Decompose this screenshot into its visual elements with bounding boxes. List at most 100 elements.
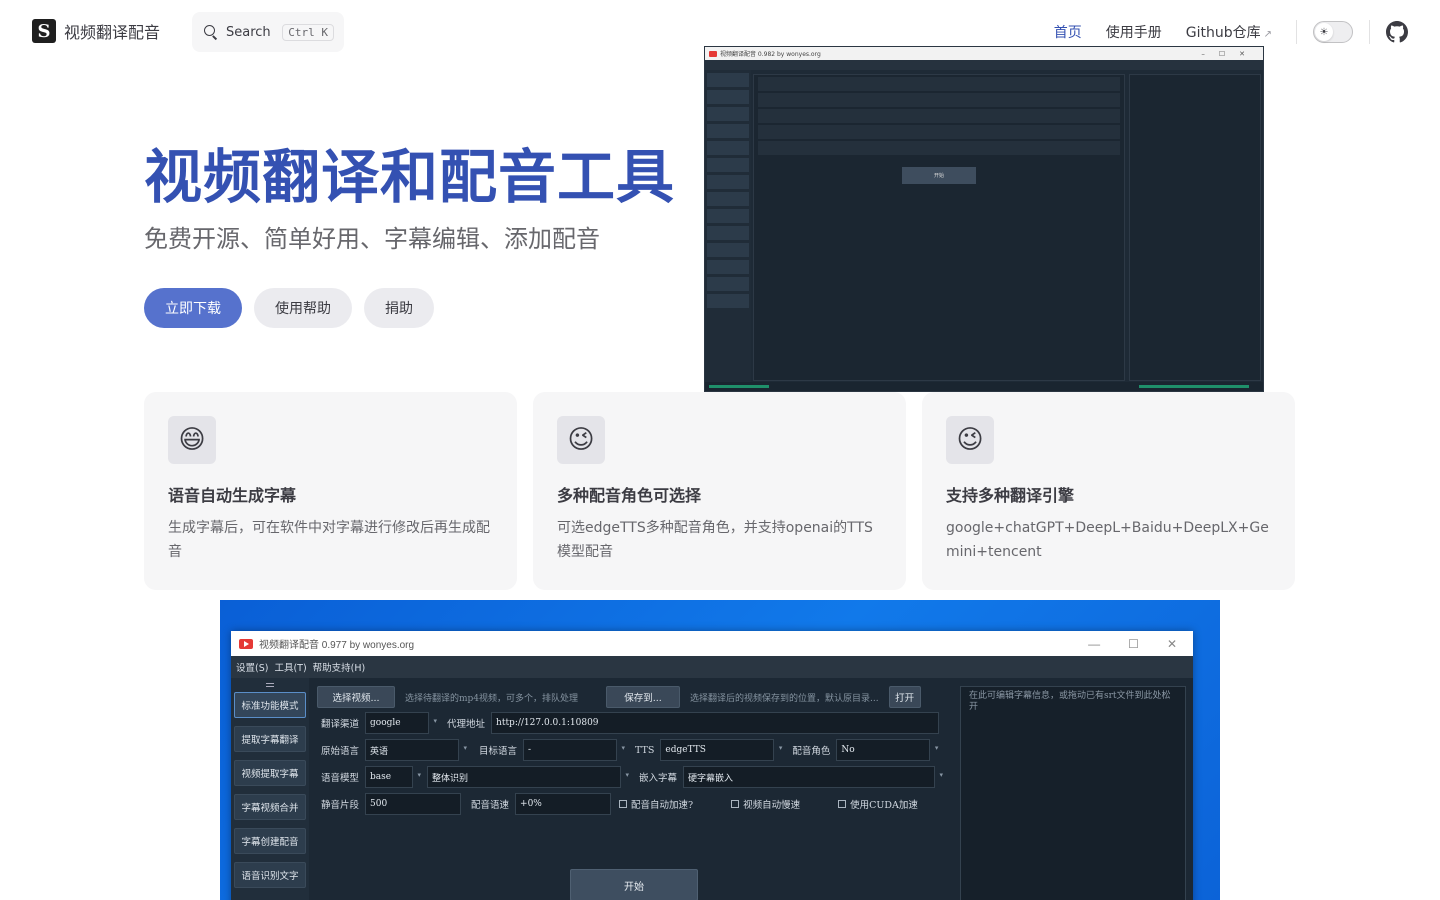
app-screenshot: 视频翻译配音 0.977 by wonyes.org — ☐ ✕ 设置(S) 工… bbox=[220, 600, 1220, 900]
auto-accelerate-checkbox: 配音自动加速? bbox=[619, 797, 693, 811]
role-label: 配音角色 bbox=[792, 746, 831, 757]
screenshot-row bbox=[758, 141, 1120, 155]
checkbox-icon bbox=[838, 800, 847, 808]
screenshot-main-panel: 开始 bbox=[753, 74, 1125, 381]
screenshot-row bbox=[758, 93, 1120, 107]
hero-actions: 立即下载 使用帮助 捐助 bbox=[144, 288, 434, 328]
sidebar-item-extract-translate: 提取字幕翻译 bbox=[234, 726, 306, 752]
hero-tagline: 免费开源、简单好用、字幕编辑、添加配音 bbox=[144, 225, 600, 253]
screenshot-side-item bbox=[707, 209, 749, 223]
wink-emoji-icon: 😉 bbox=[557, 416, 605, 464]
screenshot-start-button: 开始 bbox=[902, 167, 976, 184]
tts-select: edgeTTS bbox=[660, 739, 782, 761]
screenshot-side-item bbox=[707, 243, 749, 257]
feature-details: google+chatGPT+DeepL+Baidu+DeepLX+Gemini… bbox=[946, 520, 1269, 560]
screenshot-row bbox=[758, 125, 1120, 139]
feature-title: 支持多种翻译引擎 bbox=[946, 486, 1075, 505]
checkbox-icon bbox=[619, 800, 628, 808]
proxy-input: http://127.0.0.1:10809 bbox=[491, 712, 940, 734]
app-main-panel: 选择视频... 选择待翻译的mp4视频，可多个，排队处理 保存到... 选择翻译… bbox=[313, 682, 953, 900]
nav-link-github-label: Github仓库 bbox=[1185, 25, 1261, 41]
auto-accelerate-label: 配音自动加速? bbox=[631, 800, 694, 811]
recognition-select: 整体识别 bbox=[427, 766, 629, 788]
target-label: 目标语言 bbox=[479, 746, 518, 757]
window-titlebar: 视频翻译配音 0.977 by wonyes.org — ☐ ✕ bbox=[231, 631, 1193, 656]
window-controls: — ☐ ✕ bbox=[1088, 637, 1185, 651]
screenshot-side-item bbox=[707, 90, 749, 104]
video-slow-label: 视频自动慢速 bbox=[743, 800, 801, 811]
github-icon[interactable] bbox=[1386, 21, 1408, 43]
donate-button[interactable]: 捐助 bbox=[364, 288, 434, 328]
embed-select: 硬字幕嵌入 bbox=[683, 766, 943, 788]
feature-title: 语音自动生成字幕 bbox=[168, 486, 297, 505]
screenshot-side-item bbox=[707, 73, 749, 87]
app-logo-icon bbox=[709, 50, 717, 57]
silence-input: 500 bbox=[365, 793, 462, 815]
language-row: 原始语言 英语 目标语言 - TTS edgeTTS 配音角色 No bbox=[313, 739, 938, 761]
sidebar-item-asr: 语音识别文字 bbox=[234, 862, 306, 888]
sidebar-item-standard: 标准功能模式 bbox=[234, 692, 306, 718]
feature-card: 😄 语音自动生成字幕 生成字幕后，可在软件中对字幕进行修改后再生成配音 bbox=[144, 392, 517, 590]
video-slow-checkbox: 视频自动慢速 bbox=[731, 797, 800, 811]
speed-row: 静音片段 500 配音语速 +0% 配音自动加速? 视频自动慢速 使用CUDA加… bbox=[313, 793, 948, 815]
sidebar-item-merge: 字幕视频合并 bbox=[234, 794, 306, 820]
hero-title: 视频翻译和配音工具 bbox=[144, 143, 676, 211]
save-to-button: 保存到... bbox=[606, 686, 681, 708]
model-select: base bbox=[365, 766, 421, 788]
checkbox-icon bbox=[731, 800, 740, 808]
hero-app-screenshot: 视频翻译配音 0.982 by wonyes.org –☐✕ 开始 bbox=[704, 46, 1264, 392]
select-video-button: 选择视频... bbox=[317, 686, 395, 708]
logo-icon: S bbox=[32, 19, 56, 43]
feature-details: 可选edgeTTS多种配音角色，并支持openai的TTS模型配音 bbox=[557, 520, 873, 560]
cuda-checkbox: 使用CUDA加速 bbox=[838, 797, 918, 811]
grip-icon bbox=[231, 678, 309, 692]
select-video-hint: 选择待翻译的mp4视频，可多个，排队处理 bbox=[405, 693, 579, 704]
wink-emoji-icon: 😉 bbox=[946, 416, 994, 464]
channel-select: google bbox=[365, 712, 437, 734]
nav-link-manual[interactable]: 使用手册 bbox=[1106, 22, 1162, 42]
brand-link[interactable]: S 视频翻译配音 bbox=[32, 19, 160, 43]
download-button[interactable]: 立即下载 bbox=[144, 288, 242, 328]
screenshot-side-item bbox=[707, 158, 749, 172]
screenshot-row bbox=[758, 77, 1120, 91]
screenshot-side-item bbox=[707, 124, 749, 138]
nav-link-github[interactable]: Github仓库 ↗ bbox=[1186, 22, 1272, 42]
screenshot-menu bbox=[705, 60, 1263, 70]
menu-settings: 设置(S) bbox=[236, 663, 269, 674]
screenshot-side-item bbox=[707, 277, 749, 291]
screenshot-side-item bbox=[707, 226, 749, 240]
features: 😄 语音自动生成字幕 生成字幕后，可在软件中对字幕进行修改后再生成配音 😉 多种… bbox=[144, 392, 1296, 590]
channel-label: 翻译渠道 bbox=[321, 719, 360, 730]
nav-link-home[interactable]: 首页 bbox=[1054, 22, 1082, 42]
speed-label: 配音语速 bbox=[471, 800, 510, 811]
role-select: No bbox=[836, 739, 938, 761]
silence-label: 静音片段 bbox=[321, 800, 360, 811]
screenshot-title: 视频翻译配音 0.982 by wonyes.org bbox=[720, 51, 821, 58]
target-select: - bbox=[523, 739, 625, 761]
help-button[interactable]: 使用帮助 bbox=[254, 288, 352, 328]
channel-row: 翻译渠道 google 代理地址 http://127.0.0.1:10809 bbox=[313, 712, 940, 734]
sidebar-item-dub: 字幕创建配音 bbox=[234, 828, 306, 854]
model-label: 语音模型 bbox=[321, 773, 360, 784]
theme-toggle[interactable]: ☀ bbox=[1313, 21, 1353, 43]
grin-emoji-icon: 😄 bbox=[168, 416, 216, 464]
screenshot-statusbar bbox=[705, 382, 1263, 391]
window-controls-icon: –☐✕ bbox=[1201, 49, 1259, 58]
feature-card: 😉 支持多种翻译引擎 google+chatGPT+DeepL+Baidu+De… bbox=[922, 392, 1295, 590]
app-sidebar: 标准功能模式 提取字幕翻译 视频提取字幕 字幕视频合并 字幕创建配音 语音识别文… bbox=[231, 678, 309, 900]
screenshot-side-item bbox=[707, 192, 749, 206]
search-button[interactable]: Search Ctrl K bbox=[192, 12, 344, 52]
app-window: 视频翻译配音 0.977 by wonyes.org — ☐ ✕ 设置(S) 工… bbox=[231, 631, 1193, 900]
screenshot-side-item bbox=[707, 141, 749, 155]
speed-input: +0% bbox=[515, 793, 612, 815]
screenshot-titlebar: 视频翻译配音 0.982 by wonyes.org –☐✕ bbox=[705, 47, 1263, 60]
window-title: 视频翻译配音 0.977 by wonyes.org bbox=[259, 640, 415, 651]
app-logo-icon bbox=[239, 638, 253, 649]
source-select: 英语 bbox=[365, 739, 467, 761]
screenshot-side-item bbox=[707, 107, 749, 121]
close-icon: ✕ bbox=[1166, 636, 1177, 651]
screenshot-right-panel bbox=[1129, 74, 1261, 381]
screenshot-side-item bbox=[707, 294, 749, 308]
screenshot-side-item bbox=[707, 175, 749, 189]
maximize-icon: ☐ bbox=[1128, 636, 1139, 651]
